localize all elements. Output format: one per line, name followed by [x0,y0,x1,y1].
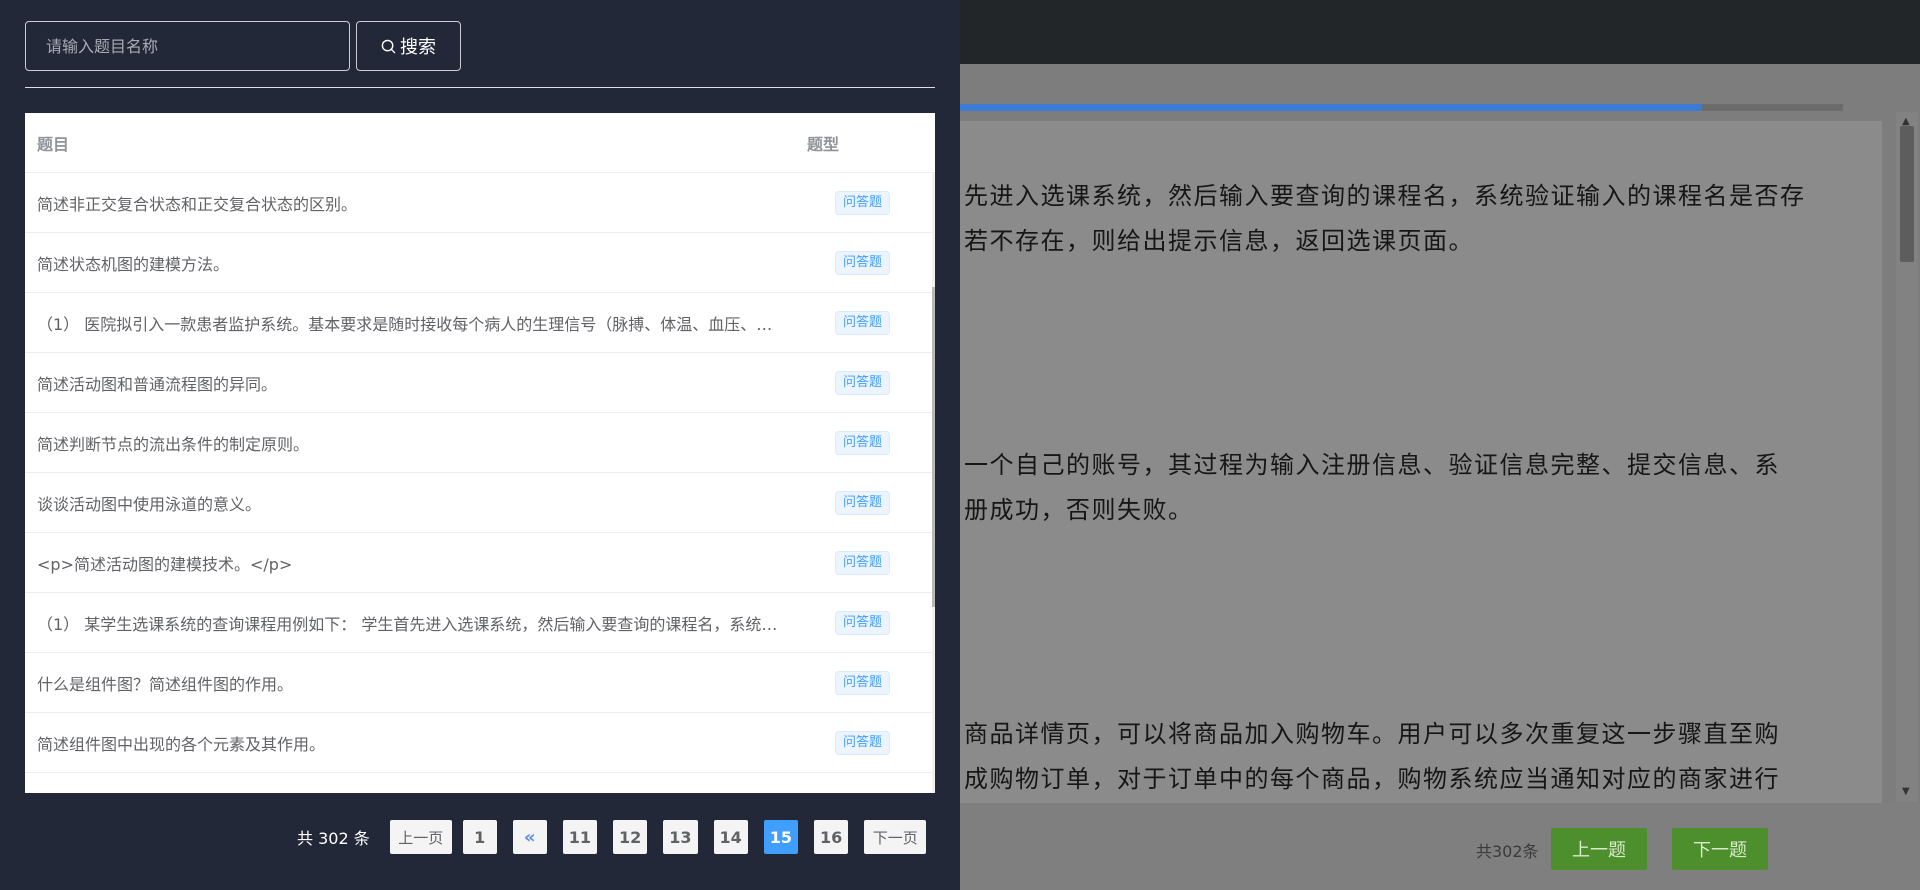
background-text-line: 商品详情页，可以将商品加入购物车。用户可以多次重复这一步骤直至购 [964,720,1780,748]
pagination-page-12[interactable]: 12 [612,820,648,854]
table-scrollbar[interactable] [932,173,935,793]
table-header: 题目 题型 [25,113,935,173]
next-question-button[interactable]: 下一题 [1672,828,1768,870]
question-title: （1） 某学生选课系统的查询课程用例如下： 学生首先进入选课系统，然后输入要查询… [37,614,807,634]
pagination-page-14[interactable]: 14 [713,820,748,854]
question-list-drawer: 搜索 题目 题型 简述非正交复合状态和正交复合状态的区别。问答题简述状态机图的建… [0,0,960,890]
question-search-input[interactable] [25,21,350,71]
pagination-total: 共 302 条 [297,829,370,848]
question-type-tag: 问答题 [835,190,891,215]
table-row[interactable]: 什么是组件图？简述组件图的作用。 问答题 [25,653,935,713]
question-type-tag: 问答题 [835,610,891,635]
pagination-page-13[interactable]: 13 [663,820,698,854]
question-title: <p>简述活动图的建模技术。</p> [37,554,293,574]
pagination-next-button[interactable]: 下一页 [864,820,927,854]
table-row[interactable]: 简述组件图中出现的各个元素及其作用。 问答题 [25,713,935,773]
table-body: 简述非正交复合状态和正交复合状态的区别。 问答题 简述状态机图的建模方法。 问答题 （1… [25,173,935,793]
question-type-tag: 问答题 [835,310,891,335]
background-text-line: 若不存在，则给出提示信息，返回选课页面。 [964,227,1474,255]
search-icon [381,39,396,53]
question-type-tag: 问答题 [835,670,891,695]
pagination-prev-button[interactable]: 上一页 [389,820,452,854]
table-row[interactable]: （1） 医院拟引入一款患者监护系统。基本要求是随时接收每个病人的生理信号（脉搏、… [25,293,935,353]
question-type-tag: 问答题 [835,730,891,755]
search-button[interactable]: 搜索 [356,21,461,71]
background-progress-fill [960,104,1702,111]
column-header-type: 题型 [807,134,840,154]
pagination-page-first[interactable]: 1 [462,820,497,854]
background-text-line: 册成功，否则失败。 [964,496,1194,524]
previous-question-button[interactable]: 上一题 [1551,828,1647,870]
background-question-total: 共302条 [1476,842,1539,861]
question-title: 简述状态机图的建模方法。 [37,254,230,274]
table-row[interactable]: （1） 某学生选课系统的查询课程用例如下： 学生首先进入选课系统，然后输入要查询… [25,593,935,653]
pagination: 共 302 条 上一页 1 « 11 12 13 14 15 16 下一页 [297,820,927,854]
table-scrollbar-thumb[interactable] [932,287,935,607]
table-row[interactable]: 谈谈活动图中使用泳道的意义。 问答题 [25,473,935,533]
question-type-tag: 问答题 [835,430,891,455]
drawer-divider [25,87,935,88]
table-row[interactable]: 简述状态机图的建模方法。 问答题 [25,233,935,293]
pagination-page-16[interactable]: 16 [814,820,849,854]
background-text-line: 成购物订单，对于订单中的每个商品，购物系统应当通知对应的商家进行 [964,765,1780,793]
question-title: （1） 医院拟引入一款患者监护系统。基本要求是随时接收每个病人的生理信号（脉搏、… [37,314,807,334]
pagination-jump-back-icon[interactable]: « [512,820,547,854]
background-scrollbar-thumb[interactable] [1900,126,1914,262]
question-title: 谈谈活动图中使用泳道的意义。 [37,494,262,514]
column-header-title: 题目 [37,134,70,154]
question-type-tag: 问答题 [835,250,891,275]
scroll-down-arrow-icon[interactable]: ▼ [1902,786,1910,797]
background-text-line: 一个自己的账号，其过程为输入注册信息、验证信息完整、提交信息、系 [964,451,1780,479]
search-button-label: 搜索 [400,37,436,58]
question-table: 题目 题型 简述非正交复合状态和正交复合状态的区别。 问答题 简述状态机图的建模方法… [25,113,935,793]
question-title: 简述非正交复合状态和正交复合状态的区别。 [37,194,358,214]
background-text-line: 先进入选课系统，然后输入要查询的课程名，系统验证输入的课程名是否存 [964,182,1806,210]
question-type-tag: 问答题 [835,550,891,575]
question-title: 什么是组件图？简述组件图的作用。 [37,674,294,694]
pagination-page-15[interactable]: 15 [763,820,799,854]
question-title: 简述活动图和普通流程图的异同。 [37,374,278,394]
table-row[interactable]: <p>简述活动图的建模技术。</p> 问答题 [25,533,935,593]
pagination-page-11[interactable]: 11 [562,820,597,854]
table-row[interactable] [25,773,935,793]
pagination-pages: 11 12 13 14 15 16 [562,820,865,854]
table-row[interactable]: 简述活动图和普通流程图的异同。 问答题 [25,353,935,413]
question-type-tag: 问答题 [835,370,891,395]
table-row[interactable]: 简述判断节点的流出条件的制定原则。 问答题 [25,413,935,473]
background-progress-bar [960,104,1843,111]
background-bottom-bar [960,803,1920,890]
table-row[interactable]: 简述非正交复合状态和正交复合状态的区别。 问答题 [25,173,935,233]
question-type-tag: 问答题 [835,490,891,515]
background-question-content: 先进入选课系统，然后输入要查询的课程名，系统验证输入的课程名是否存 若不存在，则给… [960,121,1882,803]
question-title: 简述判断节点的流出条件的制定原则。 [37,434,310,454]
question-title: 简述组件图中出现的各个元素及其作用。 [37,734,326,754]
